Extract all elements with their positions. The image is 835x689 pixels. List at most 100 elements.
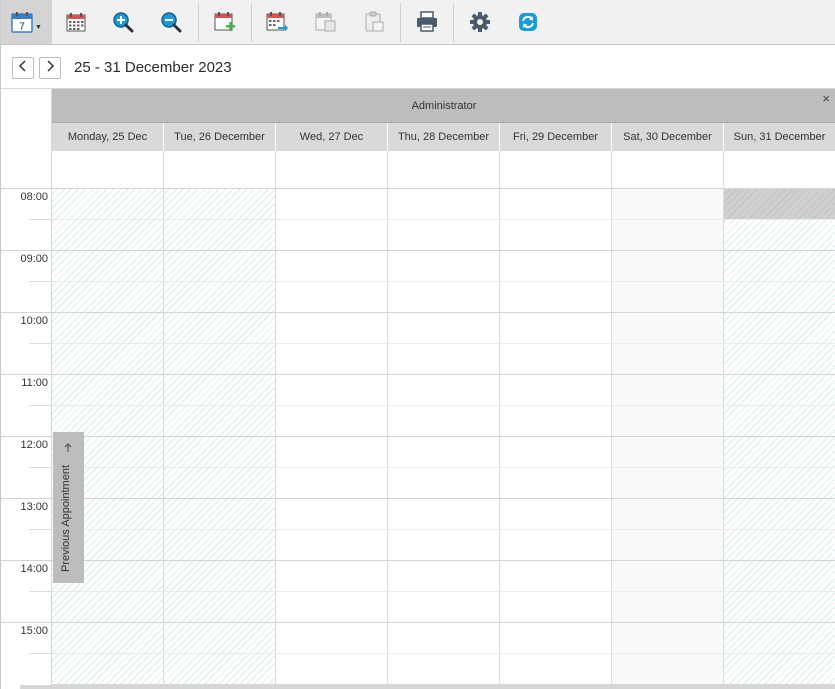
half-hour-line — [52, 467, 835, 468]
half-hour-line — [52, 343, 835, 344]
refresh-icon — [517, 11, 539, 33]
all-day-cell[interactable] — [388, 151, 500, 188]
time-hour-line — [1, 188, 52, 189]
paste-appointment-button[interactable] — [355, 0, 393, 44]
toolbar-separator — [453, 3, 454, 42]
all-day-cell[interactable] — [52, 151, 164, 188]
previous-appointment-button[interactable]: Previous Appointment — [53, 432, 84, 583]
calendar-view-button[interactable]: 7 ▼ — [1, 0, 52, 44]
hour-line — [52, 498, 835, 499]
day-header[interactable]: Monday, 25 Dec — [52, 123, 164, 151]
next-period-button[interactable] — [39, 57, 61, 79]
chevron-left-icon — [18, 59, 28, 77]
horizontal-scrollbar[interactable] — [20, 685, 835, 689]
date-range-label: 25 - 31 December 2023 — [74, 59, 232, 76]
half-hour-tick — [29, 591, 52, 592]
chevron-right-icon — [45, 59, 55, 77]
toolbar-separator — [198, 3, 199, 42]
time-hour-line — [1, 498, 52, 499]
zoom-in-icon — [112, 11, 134, 33]
resource-name: Administrator — [411, 99, 477, 112]
day-header[interactable]: Sat, 30 December — [612, 123, 724, 151]
hour-line — [52, 436, 835, 437]
settings-button[interactable] — [460, 0, 500, 44]
day-headers: Monday, 25 Dec Tue, 26 December Wed, 27 De… — [52, 123, 835, 151]
close-resource-icon[interactable]: × — [822, 91, 830, 106]
all-day-cell[interactable] — [164, 151, 276, 188]
half-hour-line — [52, 219, 835, 220]
previous-appointment-label: Previous Appointment — [60, 464, 72, 572]
time-label: 12:00 — [20, 439, 48, 451]
half-hour-line — [52, 405, 835, 406]
time-hour-line — [1, 560, 52, 561]
resource-header: Administrator × — [52, 89, 835, 123]
week-scheduler: 08:00 09:00 10:00 11:00 12:00 13:00 14:00 15:00… — [1, 89, 835, 689]
arrow-up-icon — [63, 440, 73, 458]
month-calendar-button[interactable] — [57, 0, 95, 44]
day-column[interactable] — [388, 188, 500, 689]
half-hour-tick — [29, 343, 52, 344]
half-hour-line — [52, 591, 835, 592]
time-hour-line — [1, 312, 52, 313]
time-label: 15:00 — [20, 625, 48, 637]
chevron-down-icon[interactable]: ▼ — [35, 24, 42, 31]
time-hour-line — [1, 374, 52, 375]
half-hour-tick — [29, 467, 52, 468]
half-hour-line — [52, 281, 835, 282]
half-hour-tick — [29, 405, 52, 406]
day-column[interactable] — [500, 188, 612, 689]
all-day-cell[interactable] — [276, 151, 388, 188]
toolbar-separator — [251, 3, 252, 42]
hour-line — [52, 560, 835, 561]
time-label: 13:00 — [20, 501, 48, 513]
day-header[interactable]: Thu, 28 December — [388, 123, 500, 151]
calendar-7-icon: 7 — [11, 11, 33, 33]
half-hour-tick — [29, 219, 52, 220]
hour-line — [52, 374, 835, 375]
day-header[interactable]: Wed, 27 Dec — [276, 123, 388, 151]
calendar-grid-icon — [66, 12, 86, 32]
hour-line — [52, 622, 835, 623]
printer-icon — [416, 11, 438, 33]
time-hour-line — [1, 622, 52, 623]
calendar-export-icon — [266, 11, 288, 33]
svg-text:7: 7 — [19, 22, 25, 33]
print-button[interactable] — [407, 0, 447, 44]
day-header[interactable]: Fri, 29 December — [500, 123, 612, 151]
all-day-row — [52, 151, 835, 188]
zoom-in-button[interactable] — [104, 0, 142, 44]
calendar-add-icon — [214, 11, 236, 33]
gear-icon — [469, 11, 491, 33]
clipboard-paste-icon — [363, 11, 385, 33]
day-header[interactable]: Sun, 31 December — [724, 123, 835, 151]
busy-time-block[interactable] — [724, 188, 835, 219]
day-column[interactable] — [164, 188, 276, 689]
time-ruler: 08:00 09:00 10:00 11:00 12:00 13:00 14:00 15:00 — [1, 89, 52, 689]
copy-appointment-button[interactable] — [307, 0, 345, 44]
hour-line — [52, 188, 835, 189]
toolbar: 7 ▼ — [1, 0, 835, 45]
time-label: 08:00 — [20, 191, 48, 203]
new-appointment-button[interactable] — [205, 0, 245, 44]
date-navigation-bar: 25 - 31 December 2023 — [1, 45, 835, 89]
time-grid[interactable] — [52, 188, 835, 689]
half-hour-tick — [29, 529, 52, 530]
export-calendar-button[interactable] — [257, 0, 297, 44]
day-column[interactable] — [276, 188, 388, 689]
scheduler-app: 7 ▼ 25 - 31 December 2023 08:00 09:00 10… — [0, 0, 835, 689]
day-header[interactable]: Tue, 26 December — [164, 123, 276, 151]
all-day-cell[interactable] — [500, 151, 612, 188]
calendar-copy-icon — [315, 11, 337, 33]
time-hour-line — [1, 436, 52, 437]
all-day-cell[interactable] — [612, 151, 724, 188]
half-hour-line — [52, 529, 835, 530]
refresh-button[interactable] — [508, 0, 548, 44]
time-hour-line — [1, 250, 52, 251]
previous-period-button[interactable] — [12, 57, 34, 79]
time-label: 14:00 — [20, 563, 48, 575]
time-label: 10:00 — [20, 315, 48, 327]
zoom-out-button[interactable] — [152, 0, 190, 44]
all-day-cell[interactable] — [724, 151, 835, 188]
day-column[interactable] — [724, 188, 835, 689]
day-column[interactable] — [612, 188, 724, 689]
